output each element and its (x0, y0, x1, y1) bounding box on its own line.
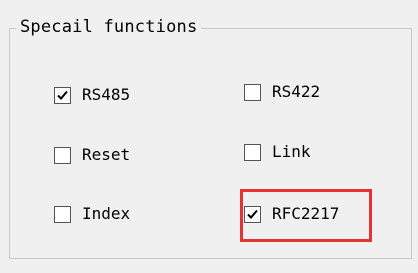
checkbox-reset-box[interactable] (54, 146, 71, 164)
checkbox-link[interactable]: Link (244, 142, 311, 162)
checkbox-link-label: Link (272, 142, 311, 161)
checkbox-index[interactable]: Index (54, 204, 130, 224)
checkbox-reset[interactable]: Reset (54, 145, 130, 165)
red-highlight-frame (240, 189, 372, 242)
checkbox-link-box[interactable] (244, 143, 261, 161)
checkbox-rs422-box[interactable] (244, 83, 261, 101)
checkbox-rs422-label: RS422 (272, 82, 321, 101)
groupbox-title: Specail functions (16, 16, 202, 38)
checkbox-rs422[interactable]: RS422 (244, 82, 320, 102)
checkbox-reset-label: Reset (82, 145, 131, 164)
checkbox-rs485-label: RS485 (82, 85, 131, 104)
checkbox-index-box[interactable] (54, 205, 71, 223)
checkbox-rs485-box[interactable] (54, 86, 71, 104)
checkbox-rs485[interactable]: RS485 (54, 85, 130, 105)
checkmark-icon (57, 90, 68, 100)
checkbox-index-label: Index (82, 204, 131, 223)
